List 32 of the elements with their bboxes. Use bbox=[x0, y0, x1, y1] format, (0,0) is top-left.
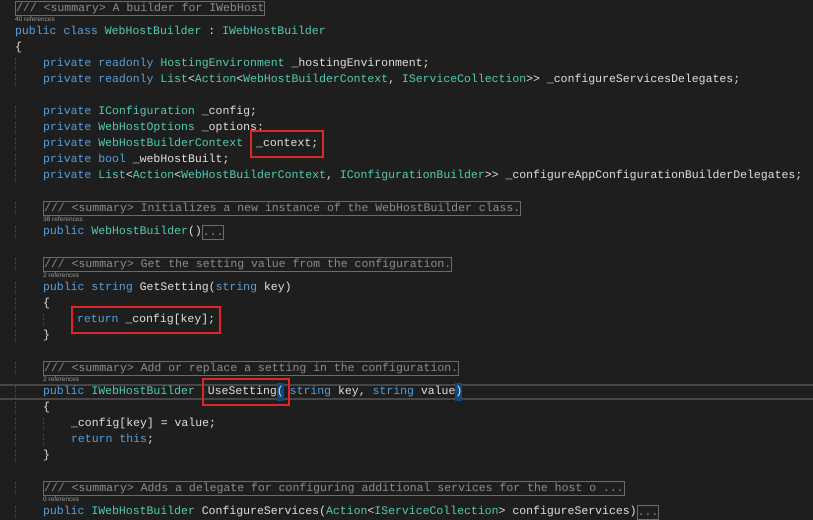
code-text: { bbox=[43, 400, 50, 416]
code-text: public string GetSetting(string key) bbox=[43, 280, 292, 296]
code-text: UseSetting bbox=[208, 384, 277, 400]
collapsed-code-indicator[interactable]: ... bbox=[636, 504, 660, 520]
code-text: _config[key] = value; bbox=[71, 416, 216, 432]
code-text: private WebHostOptions _options; bbox=[43, 120, 264, 136]
matched-bracket: ) bbox=[455, 383, 462, 401]
code-text: public class WebHostBuilder : IWebHostBuilder bbox=[15, 24, 326, 40]
code-text: private WebHostBuilderContext bbox=[43, 136, 244, 152]
doc-comment: /// <summary> A builder for IWebHost bbox=[15, 0, 266, 16]
code-text: public WebHostBuilder() bbox=[43, 224, 202, 240]
code-text: private readonly List<Action<WebHostBuilderContext, IServiceCollection>> _configureServicesDelegates; bbox=[43, 72, 740, 88]
code-text: private readonly HostingEnvironment _hostingEnvironment; bbox=[43, 56, 430, 72]
doc-comment: /// <summary> Initializes a new instance of the WebHostBuilder class. bbox=[43, 200, 522, 216]
code-text: return _config[key]; bbox=[77, 312, 216, 328]
matched-bracket: ( bbox=[276, 383, 284, 401]
code-text: public IWebHostBuilder ConfigureServices(Action<IServiceCollection> configureServices) bbox=[43, 504, 637, 520]
code-text: private bool _webHostBuilt; bbox=[43, 152, 230, 168]
code-text: return this; bbox=[71, 432, 154, 448]
code-text: _context; bbox=[256, 136, 318, 152]
code-text: private List<Action<WebHostBuilderContext, IConfigurationBuilder>> _configureAppConfigurationBuilderDelegates; bbox=[43, 168, 802, 184]
code-text: { bbox=[15, 40, 22, 56]
doc-comment: /// <summary> Add or replace a setting in the configuration. bbox=[43, 360, 460, 376]
code-text: public IWebHostBuilder bbox=[43, 384, 196, 400]
code-text: } bbox=[43, 328, 50, 344]
collapsed-code-indicator[interactable]: ... bbox=[202, 224, 224, 240]
code-text: string key, string value bbox=[290, 384, 456, 400]
doc-comment: /// <summary> Get the setting value from the configuration. bbox=[43, 256, 452, 272]
code-text: private IConfiguration _config; bbox=[43, 104, 257, 120]
code-text: { bbox=[43, 296, 50, 312]
code-text: } bbox=[43, 448, 50, 464]
doc-comment: /// <summary> Adds a delegate for configuring additional services for the host o ... bbox=[43, 480, 625, 496]
